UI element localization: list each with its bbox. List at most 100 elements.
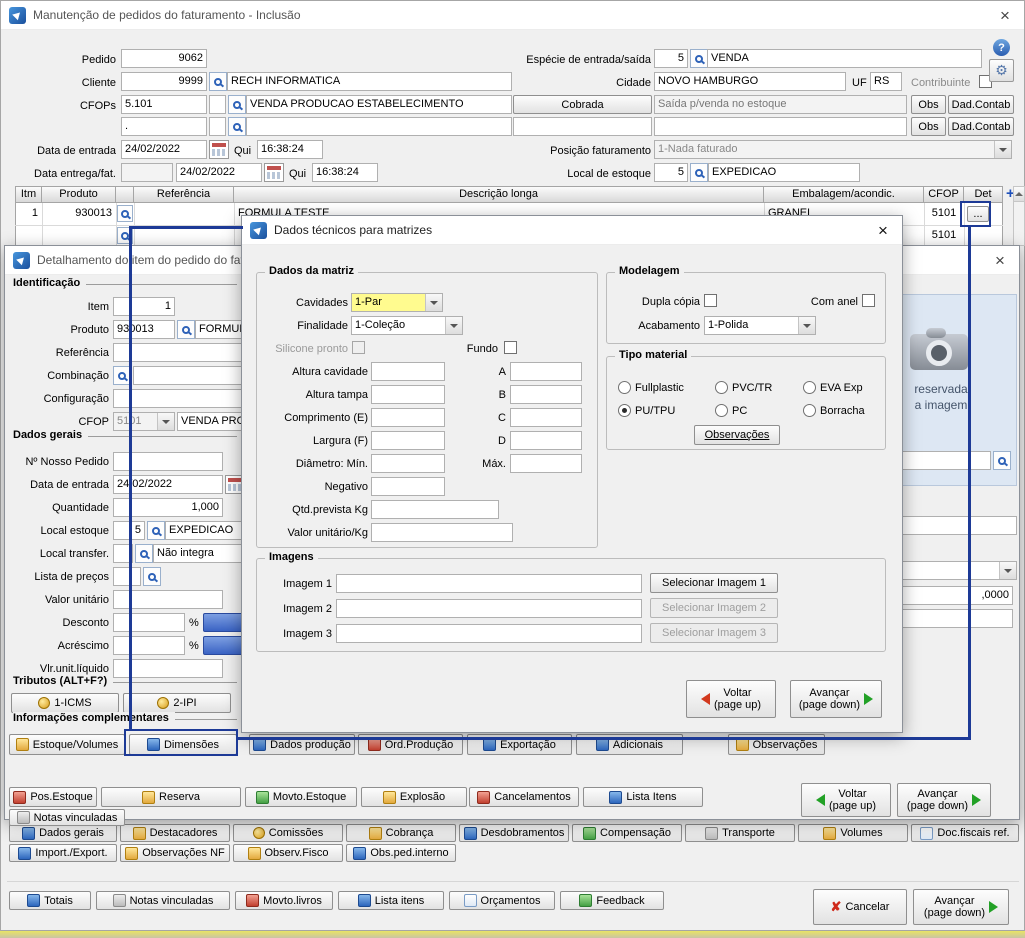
tab-comissoes[interactable]: Comissões [233,824,343,842]
movto-livros-button[interactable]: Movto.livros [235,891,333,910]
movto-estoque-button[interactable]: Movto.Estoque [245,787,357,807]
calendar2-icon[interactable] [264,163,284,182]
help-icon[interactable]: ? [993,39,1010,56]
row2-cfop[interactable]: 5101 [924,225,964,247]
acrescimo-extra-button[interactable] [203,636,243,655]
desconto-field[interactable] [113,613,185,632]
right-partial-combo[interactable] [901,561,1017,580]
right-value-field[interactable]: ,0000 [901,586,1013,605]
main-close-icon[interactable]: × [992,5,1018,27]
grid-col-cfop[interactable]: CFOP [924,186,964,203]
avancar-button-main[interactable]: Avançar(page down) [913,889,1009,925]
desconto-extra-button[interactable] [203,613,243,632]
altura-cavidade-field[interactable] [371,362,445,381]
b-field[interactable] [510,385,582,404]
avancar-button-dialog[interactable]: Avançar(page down) [790,680,882,718]
cancelamentos-button[interactable]: Cancelamentos [469,787,579,807]
altura-tampa-field[interactable] [371,385,445,404]
a-field[interactable] [510,362,582,381]
grid-col-produto[interactable]: Produto [42,186,116,203]
saida2-field[interactable] [654,117,907,136]
grid-col-descricao[interactable]: Descrição longa [234,186,764,203]
cliente-desc-field[interactable]: RECH INFORMATICA [227,72,512,91]
ipi-button[interactable]: 2-IPI [123,693,231,713]
tab-observ-fisco[interactable]: Observ.Fisco [233,844,343,862]
cobrada2-field[interactable] [513,117,652,136]
radio-pc[interactable] [715,404,728,417]
local-search-icon[interactable] [690,163,708,182]
voltar-button-detail[interactable]: Voltar(page up) [801,783,891,817]
imagem1-field[interactable] [336,574,642,593]
finalidade-combo[interactable]: 1-Coleção [351,316,463,335]
notas-vinculadas-button-detail[interactable]: Notas vinculadas [9,809,125,826]
dialog-close-icon[interactable]: × [870,220,896,242]
valor-unitario-kg-field[interactable] [371,523,513,542]
observacoes-button-dialog[interactable]: Observações [694,425,780,445]
pedido-field[interactable]: 9062 [121,49,207,68]
loctr-search-icon[interactable] [135,544,153,563]
imagem3-field[interactable] [336,624,642,643]
diametro-min-field[interactable] [371,454,445,473]
hora-field[interactable]: 16:38:24 [257,140,323,159]
negativo-field[interactable] [371,477,445,496]
totais-button[interactable]: Totais [9,891,91,910]
obs-button[interactable]: Obs [911,95,946,114]
cfop-desc-field[interactable]: VENDA PRODUCAO ESTABELECIMENTO [246,95,512,114]
acrescimo-field[interactable] [113,636,185,655]
radio-evaexp[interactable] [803,381,816,394]
local-desc-field[interactable]: EXPEDICAO [708,163,860,182]
feedback-button[interactable]: Feedback [560,891,664,910]
tab-transporte[interactable]: Transporte [685,824,795,842]
reserva-button[interactable]: Reserva [101,787,241,807]
dupla-copia-checkbox[interactable] [704,294,717,307]
grid-col-referencia[interactable]: Referência [134,186,234,203]
d-field[interactable] [510,431,582,450]
cfop2-desc-field[interactable] [246,117,512,136]
tab-destacadores[interactable]: Destacadores [120,824,230,842]
tab-dados-gerais[interactable]: Dados gerais [9,824,117,842]
cfop2-search-icon[interactable] [228,117,246,136]
dad-contab2-button[interactable]: Dad.Contab [948,117,1014,136]
explosao-button[interactable]: Explosão [361,787,467,807]
tab-volumes[interactable]: Volumes [798,824,908,842]
obs2-button[interactable]: Obs [911,117,946,136]
largura-field[interactable] [371,431,445,450]
icms-button[interactable]: 1-ICMS [11,693,119,713]
especie-code-field[interactable]: 5 [654,49,688,68]
cobrada-button[interactable]: Cobrada [513,95,652,114]
row1-cfop[interactable]: 5101 [924,203,964,225]
radio-putpu[interactable] [618,404,631,417]
scroll-up-icon[interactable] [1014,187,1024,202]
tab-doc-fiscais[interactable]: Doc.fiscais ref. [911,824,1019,842]
right-search-icon[interactable] [993,451,1011,470]
item-field[interactable]: 1 [113,297,175,316]
detail-close-icon[interactable]: × [987,250,1013,272]
estoque-volumes-button[interactable]: Estoque/Volumes [9,734,125,755]
especie-search-icon[interactable] [690,49,708,68]
orcamentos-button[interactable]: Orçamentos [449,891,555,910]
cavidades-combo[interactable]: 1-Par [351,293,443,312]
tab-obs-ped-interno[interactable]: Obs.ped.interno [346,844,456,862]
cfop-code-field[interactable]: 5.101 [121,95,207,114]
cancelar-button[interactable]: ✘Cancelar [813,889,907,925]
calendar-icon[interactable] [209,140,229,159]
tab-cobranca[interactable]: Cobrança [346,824,456,842]
cfop-search-icon[interactable] [228,95,246,114]
radio-fullplastic[interactable] [618,381,631,394]
imagem2-field[interactable] [336,599,642,618]
grid-col-itm[interactable]: Itm [15,186,42,203]
cidade-field[interactable]: NOVO HAMBURGO [654,72,846,91]
produto-search-icon[interactable] [177,320,195,339]
lista-precos-field[interactable] [113,567,141,586]
comprimento-field[interactable] [371,408,445,427]
cfop-sub-field[interactable] [209,95,226,114]
pos-estoque-button[interactable]: Pos.Estoque [9,787,97,807]
radio-borracha[interactable] [803,404,816,417]
avancar-button-detail[interactable]: Avançar(page down) [897,783,991,817]
right-partial-field-3[interactable] [901,609,1013,628]
cfop2-sub-field[interactable] [209,117,226,136]
right-partial-field-1[interactable] [895,451,991,470]
dad-contab-button[interactable]: Dad.Contab [948,95,1014,114]
voltar-button-dialog[interactable]: Voltar(page up) [686,680,776,718]
gear-icon[interactable]: ⚙ [989,59,1014,82]
